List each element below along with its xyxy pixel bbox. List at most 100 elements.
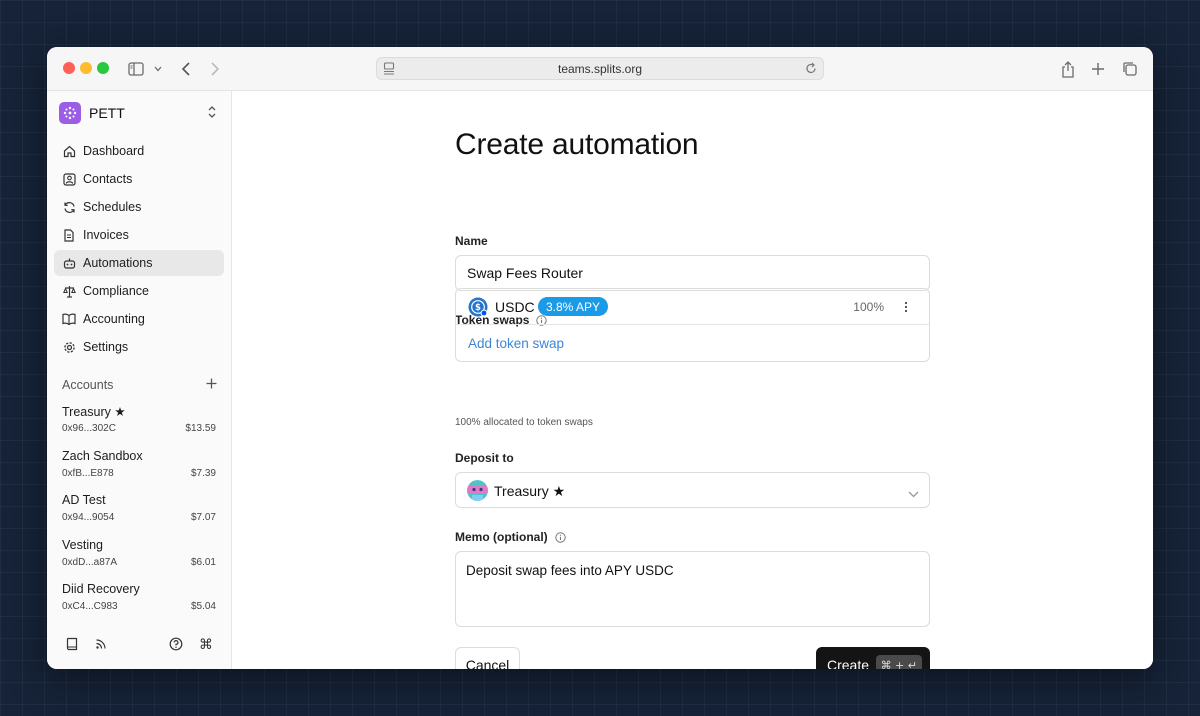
account-avatar (467, 480, 488, 501)
deposit-label: Deposit to (455, 451, 514, 465)
svg-text:$: $ (475, 303, 481, 313)
account-item[interactable]: Vesting 0xdD...a87A $6.01 (62, 538, 216, 583)
sidebar-item-label: Contacts (83, 172, 133, 186)
allocation-helper-text: 100% allocated to token swaps (455, 417, 593, 428)
zoom-window-button[interactable] (97, 62, 109, 74)
account-address: 0x96...302C (62, 423, 116, 434)
cancel-button[interactable]: Cancel (455, 647, 520, 669)
account-balance: $5.04 (190, 601, 216, 612)
browser-window: teams.splits.org PETT Dashboard Contacts… (47, 47, 1153, 669)
account-address: 0xfB...E878 (62, 467, 114, 479)
create-button[interactable]: Create ⌘ + ↵ (816, 647, 930, 669)
contacts-icon (62, 172, 76, 186)
page-menu-icon[interactable] (383, 62, 395, 78)
apy-badge: 3.8% APY (538, 297, 609, 316)
info-icon[interactable] (554, 531, 566, 543)
help-icon[interactable] (168, 636, 184, 652)
page-title: Create automation (455, 128, 699, 161)
name-label: Name (455, 234, 488, 248)
chevron-down-icon[interactable] (148, 59, 168, 79)
minimize-window-button[interactable] (80, 62, 92, 74)
forward-arrow-icon[interactable] (205, 59, 225, 79)
main-content: Create automation Name Swap Fees Router … (232, 91, 1153, 669)
sidebar-item-label: Accounting (83, 312, 145, 326)
token-swap-row[interactable]: $ USDC 3.8% APY 100% (456, 289, 929, 325)
accounts-heading: Accounts (62, 378, 217, 392)
account-balance: $6.01 (190, 556, 216, 568)
memo-label: Memo (optional) (455, 530, 566, 544)
memo-label-text: Memo (optional) (455, 530, 548, 544)
sidebar-item-label: Settings (83, 340, 129, 354)
accounts-heading-label: Accounts (62, 378, 114, 392)
sidebar-item-compliance[interactable]: Compliance (54, 278, 224, 304)
account-item[interactable]: AD Test 0x94...9054 $7.07 (62, 493, 216, 538)
memo-value: Deposit swap fees into APY USDC (466, 563, 674, 578)
back-arrow-icon[interactable] (176, 59, 196, 79)
account-name: Treasury ★ (62, 405, 126, 419)
sidebar: PETT Dashboard Contacts Schedules Invoic… (47, 91, 232, 669)
account-name: Zach Sandbox (62, 448, 143, 463)
account-address: 0x94...9054 (62, 512, 115, 523)
browser-toolbar: teams.splits.org (47, 47, 1153, 91)
account-name: Diid Recovery (62, 582, 140, 596)
reload-icon[interactable] (805, 62, 817, 78)
accounts-list: Treasury ★ 0x96...302C $13.59 Zach Sandb… (62, 404, 216, 627)
robot-icon (62, 256, 76, 270)
refresh-icon (62, 200, 76, 214)
address-bar[interactable]: teams.splits.org (376, 57, 824, 80)
account-address: 0xdD...a87A (62, 556, 118, 568)
add-account-icon[interactable] (206, 376, 217, 394)
memo-textarea[interactable]: Deposit swap fees into APY USDC (455, 551, 930, 627)
deposit-selected-value: Treasury ★ (494, 483, 566, 499)
cancel-button-label: Cancel (465, 657, 510, 669)
account-item[interactable]: Diid Recovery 0xC4...C983 $5.04 (62, 582, 216, 627)
keyboard-shortcut-badge: ⌘ + ↵ (875, 655, 922, 669)
command-icon[interactable]: ⌘ (198, 636, 214, 652)
account-item[interactable]: Zach Sandbox 0xfB...E878 $7.39 (62, 449, 216, 494)
name-label-text: Name (455, 234, 488, 248)
book-icon[interactable] (64, 636, 80, 652)
sidebar-item-schedules[interactable]: Schedules (54, 194, 224, 220)
sidebar-item-settings[interactable]: Settings (54, 334, 224, 360)
close-window-button[interactable] (63, 62, 75, 74)
sidebar-item-contacts[interactable]: Contacts (54, 166, 224, 192)
token-swaps-list: $ USDC 3.8% APY 100% Add token swap (455, 288, 930, 362)
name-input[interactable]: Swap Fees Router (455, 255, 930, 291)
sidebar-nav: Dashboard Contacts Schedules Invoices Au… (54, 138, 224, 362)
sidebar-item-label: Dashboard (83, 144, 145, 158)
usdc-token-icon: $ (468, 297, 488, 317)
tab-overview-icon[interactable] (1120, 59, 1140, 79)
new-tab-icon[interactable] (1088, 59, 1108, 79)
sidebar-item-accounting[interactable]: Accounting (54, 306, 224, 332)
sidebar-item-invoices[interactable]: Invoices (54, 222, 224, 248)
sidebar-item-label: Automations (83, 256, 153, 270)
name-input-value: Swap Fees Router (467, 265, 583, 281)
more-options-icon[interactable] (899, 299, 913, 315)
sidebar-item-label: Invoices (83, 228, 129, 242)
book-open-icon (62, 312, 76, 326)
token-name: USDC (495, 299, 535, 315)
sidebar-item-label: Compliance (83, 284, 150, 298)
create-button-label: Create (827, 657, 870, 669)
document-icon (62, 228, 76, 242)
org-switcher[interactable]: PETT (59, 102, 222, 124)
sidebar-item-dashboard[interactable]: Dashboard (54, 138, 224, 164)
deposit-label-text: Deposit to (455, 451, 514, 465)
chevron-up-down-icon[interactable] (208, 105, 216, 124)
account-name: Vesting (62, 537, 104, 552)
account-item[interactable]: Treasury ★ 0x96...302C $13.59 (62, 404, 216, 449)
sidebar-item-automations[interactable]: Automations (54, 250, 224, 276)
rss-icon[interactable] (93, 636, 109, 652)
url-text: teams.splits.org (557, 61, 643, 76)
org-name: PETT (89, 105, 125, 121)
deposit-to-select[interactable]: Treasury ★ (455, 472, 930, 508)
scale-icon (62, 284, 76, 298)
account-address: 0xC4...C983 (62, 601, 118, 612)
add-token-swap-link[interactable]: Add token swap (468, 336, 564, 351)
home-icon (62, 144, 76, 158)
allocation-percent: 100% (853, 300, 884, 314)
share-icon[interactable] (1058, 59, 1078, 79)
sidebar-toggle-icon[interactable] (126, 59, 146, 79)
sidebar-footer: ⌘ (47, 636, 232, 658)
account-balance: $7.07 (190, 512, 216, 523)
